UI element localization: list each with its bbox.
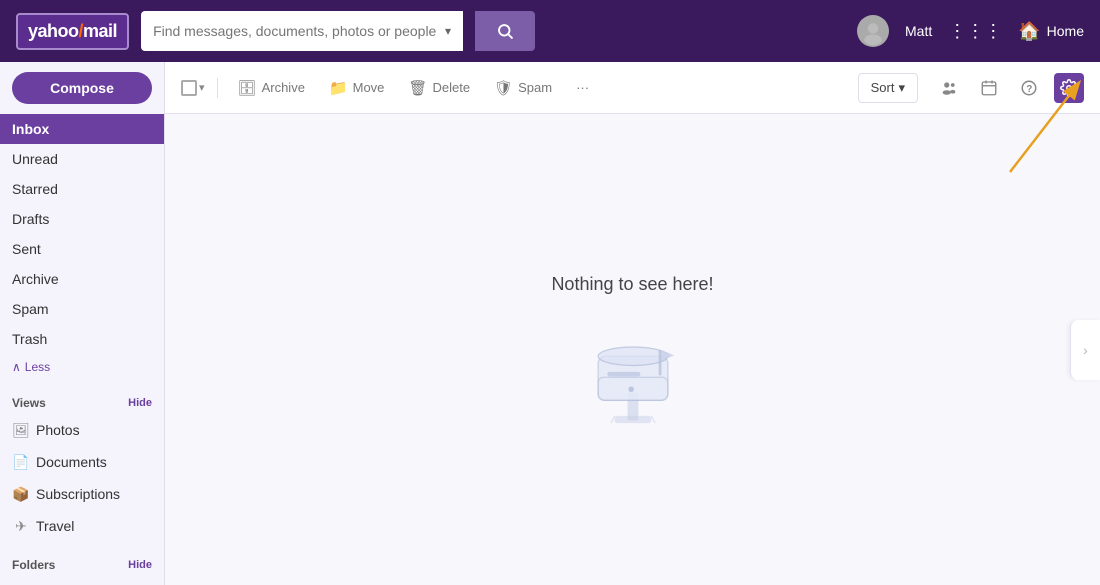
contacts-icon (940, 79, 958, 97)
spam-button[interactable]: 🛡 Spam (486, 74, 560, 102)
search-container: ▾ (141, 11, 463, 51)
sidebar-item-unread[interactable]: Unread (0, 144, 164, 174)
sidebar-item-drafts[interactable]: Drafts (0, 204, 164, 234)
select-all-container: ▾ (181, 80, 205, 96)
delete-icon: 🗑 (408, 79, 427, 97)
mailbox-illustration (578, 315, 688, 425)
trash-label: Trash (12, 331, 47, 347)
less-toggle[interactable]: ∧ Less (0, 354, 164, 380)
select-chevron-icon[interactable]: ▾ (199, 81, 205, 94)
archive-label: Archive (12, 271, 59, 287)
search-input[interactable] (153, 23, 437, 39)
calendar-icon-button[interactable] (974, 73, 1004, 103)
subscriptions-icon: 📦 (12, 485, 30, 503)
sidebar-item-inbox[interactable]: Inbox (0, 114, 164, 144)
avatar (857, 15, 889, 47)
views-hide-button[interactable]: Hide (128, 397, 152, 409)
header-right: Matt ⋮⋮⋮ 🏠 Home (857, 15, 1084, 47)
delete-button[interactable]: 🗑 Delete (400, 74, 478, 102)
more-button[interactable]: ··· (568, 75, 597, 100)
settings-icon-button[interactable] (1054, 73, 1084, 103)
sidebar: Compose Inbox Unread Starred Drafts Sent… (0, 62, 165, 585)
folders-hide-button[interactable]: Hide (128, 559, 152, 571)
sort-chevron-icon: ▾ (898, 80, 905, 96)
sidebar-item-starred[interactable]: Starred (0, 174, 164, 204)
help-icon-button[interactable]: ? (1014, 73, 1044, 103)
views-section-header: Views Hide (0, 388, 164, 414)
empty-title: Nothing to see here! (551, 274, 713, 295)
folders-section-header: Folders Hide (0, 550, 164, 576)
spam-icon: 🛡 (494, 79, 513, 97)
main-layout: Compose Inbox Unread Starred Drafts Sent… (0, 62, 1100, 585)
toolbar-separator-1 (217, 78, 218, 98)
sidebar-item-travel[interactable]: ✈ Travel (0, 510, 164, 542)
search-chevron-icon[interactable]: ▾ (445, 24, 451, 38)
move-button[interactable]: 📁 Move (321, 74, 392, 102)
sidebar-item-sent[interactable]: Sent (0, 234, 164, 264)
home-button[interactable]: 🏠 Home (1018, 21, 1084, 42)
photos-icon: 🖼 (12, 421, 30, 439)
select-all-checkbox[interactable] (181, 80, 197, 96)
unread-label: Unread (12, 151, 58, 167)
empty-state: Nothing to see here! (165, 114, 1100, 585)
toolbar: ▾ 🗄 Archive 📁 Move 🗑 Delete 🛡 Spam ··· (165, 62, 1100, 114)
sidebar-item-documents[interactable]: 📄 Documents (0, 446, 164, 478)
new-folder-button[interactable]: + New Folder (0, 576, 164, 585)
apps-icon[interactable]: ⋮⋮⋮ (948, 21, 1002, 42)
username-label: Matt (905, 23, 932, 39)
archive-button[interactable]: 🗄 Archive (230, 74, 313, 102)
home-label: Home (1047, 23, 1084, 39)
settings-icon (1060, 79, 1078, 97)
content-area: ▾ 🗄 Archive 📁 Move 🗑 Delete 🛡 Spam ··· (165, 62, 1100, 585)
logo[interactable]: yahoo/mail (16, 13, 129, 50)
right-panel-toggle[interactable]: › (1070, 320, 1100, 380)
chevron-up-icon: ∧ (12, 360, 21, 374)
home-icon: 🏠 (1018, 21, 1040, 42)
sidebar-item-spam[interactable]: Spam (0, 294, 164, 324)
svg-text:?: ? (1026, 83, 1032, 94)
header: yahoo/mail ▾ Matt ⋮⋮⋮ 🏠 Home (0, 0, 1100, 62)
compose-button[interactable]: Compose (12, 72, 152, 104)
search-icon (496, 22, 514, 40)
spam-label: Spam (12, 301, 49, 317)
travel-icon: ✈ (12, 517, 30, 535)
sidebar-item-photos[interactable]: 🖼 Photos (0, 414, 164, 446)
documents-icon: 📄 (12, 453, 30, 471)
sidebar-item-subscriptions[interactable]: 📦 Subscriptions (0, 478, 164, 510)
search-button[interactable] (475, 11, 535, 51)
folders-label: Folders (12, 558, 55, 572)
inbox-label: Inbox (12, 121, 49, 137)
right-chevron-icon: › (1083, 342, 1088, 358)
calendar-icon (980, 79, 998, 97)
sidebar-item-trash[interactable]: Trash (0, 324, 164, 354)
drafts-label: Drafts (12, 211, 49, 227)
help-icon: ? (1020, 79, 1038, 97)
archive-icon: 🗄 (238, 79, 257, 97)
views-label: Views (12, 396, 46, 410)
sidebar-item-archive[interactable]: Archive (0, 264, 164, 294)
contacts-icon-button[interactable] (934, 73, 964, 103)
move-icon: 📁 (329, 79, 348, 97)
starred-label: Starred (12, 181, 58, 197)
sort-button[interactable]: Sort ▾ (858, 73, 918, 103)
sent-label: Sent (12, 241, 41, 257)
toolbar-right-icons: ? (934, 73, 1084, 103)
